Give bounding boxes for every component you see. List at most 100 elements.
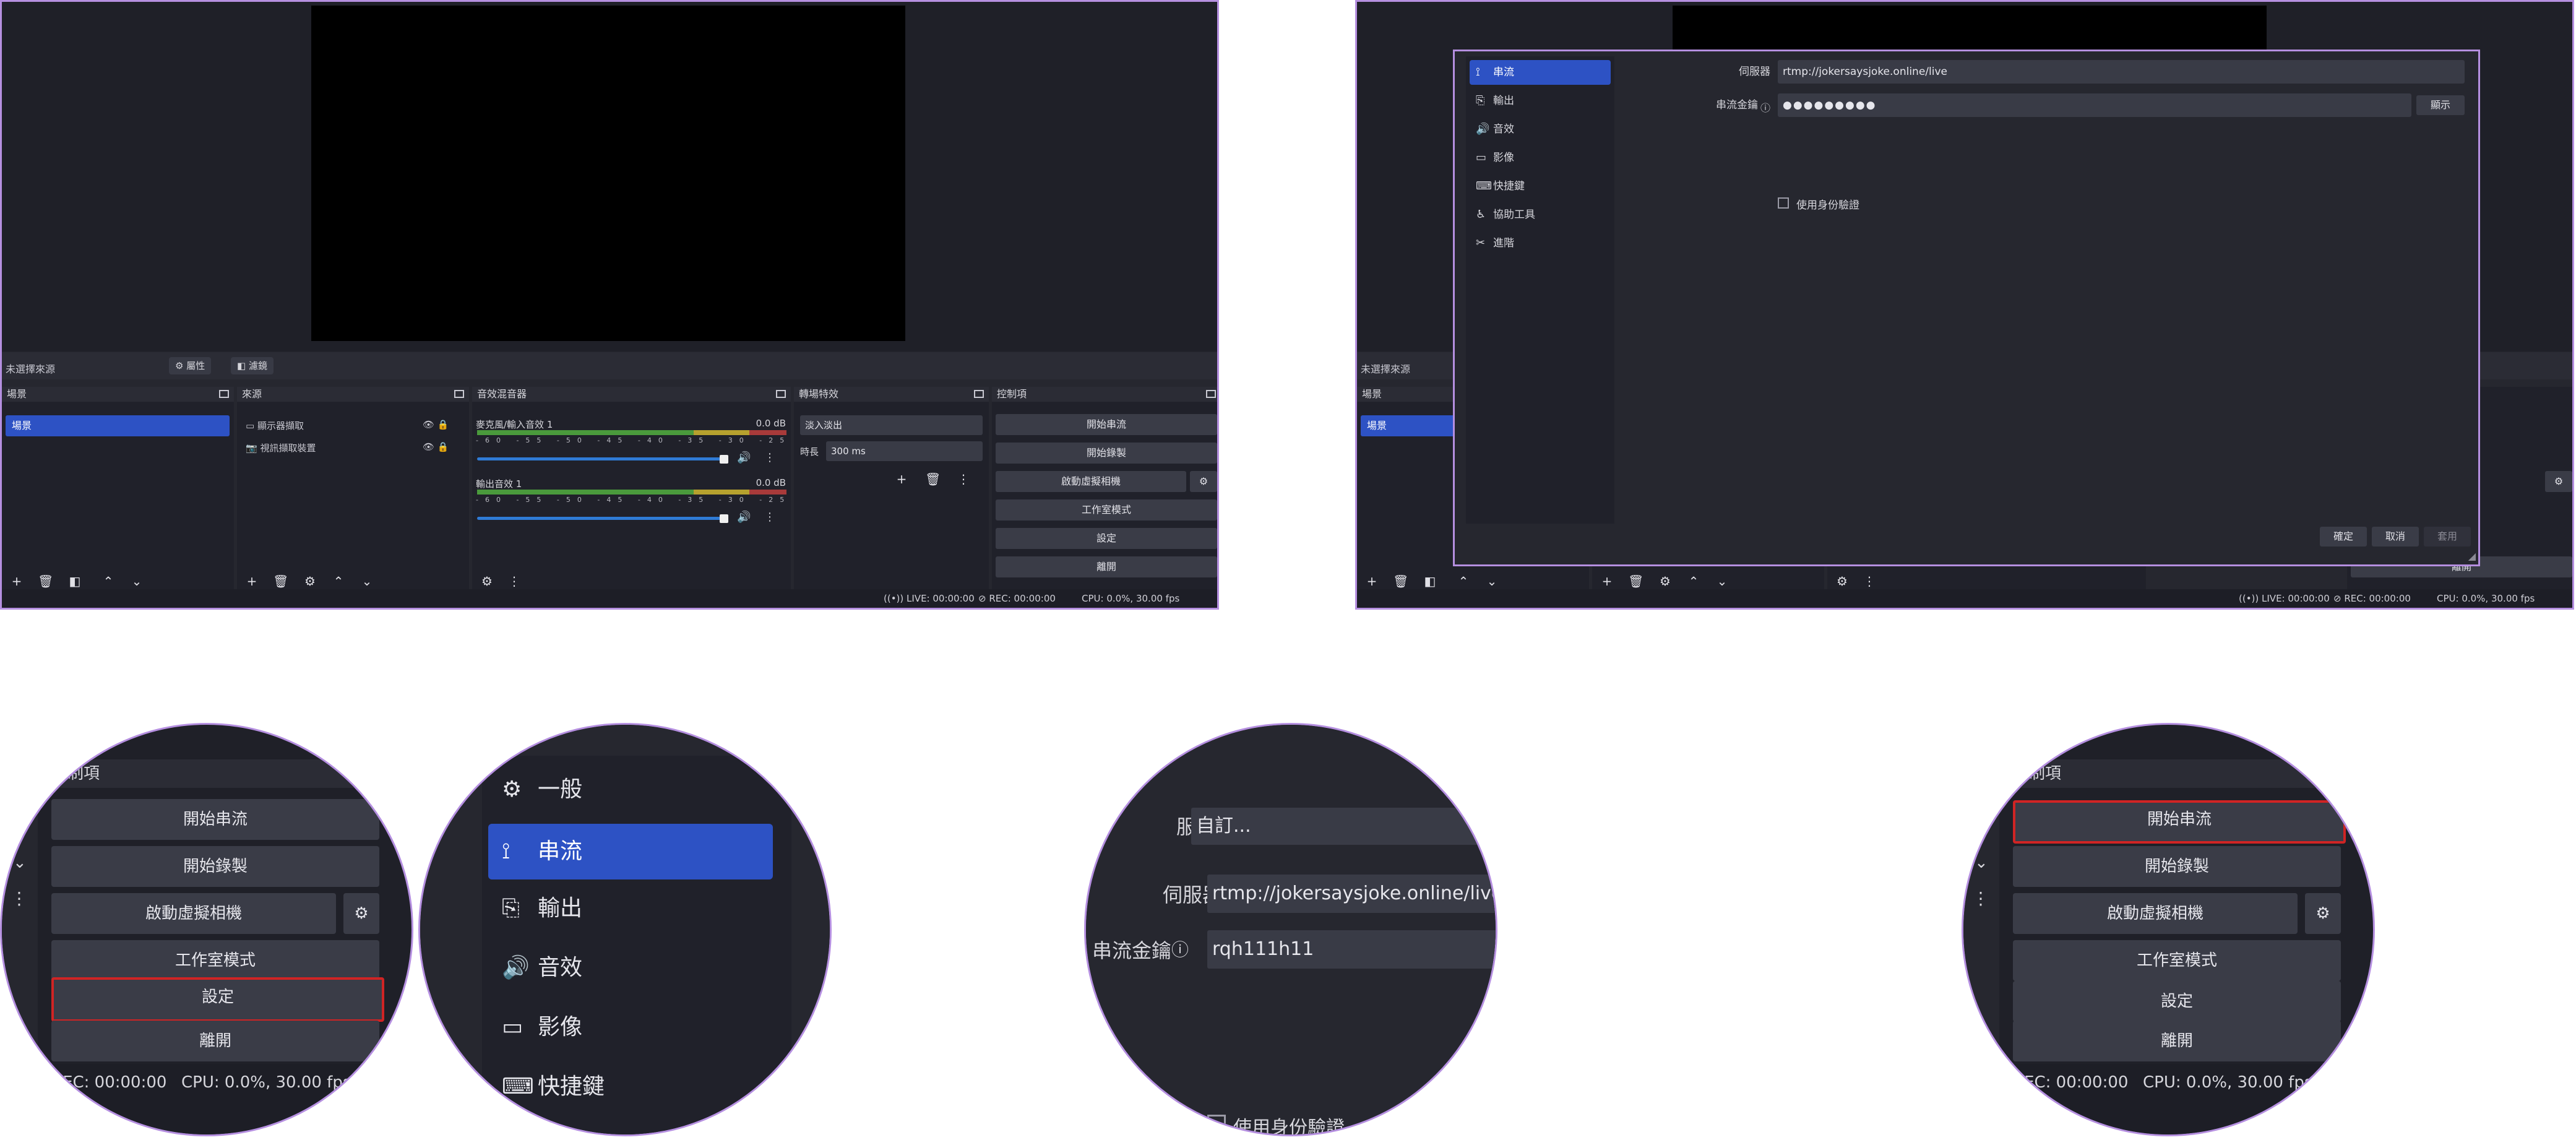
stream-key-field[interactable]: rqh111h11 <box>1207 930 1496 969</box>
add-icon[interactable]: + <box>244 574 259 588</box>
gear-icon[interactable]: ⚙ <box>343 893 379 934</box>
preview-canvas[interactable] <box>311 6 905 341</box>
speaker-icon[interactable]: 🔊 <box>737 511 751 524</box>
gear-icon[interactable]: ⚙ <box>2305 893 2341 934</box>
nav-item-output[interactable]: ⎘ 輸出 <box>488 881 773 936</box>
ok-button[interactable]: 確定 <box>2320 527 2367 547</box>
start-stream-button[interactable]: 開始串流 <box>996 414 1217 435</box>
virtual-camera-button[interactable]: 啟動虛擬相機 <box>996 471 1186 492</box>
chevron-up-icon[interactable]: ⌃ <box>1686 574 1701 588</box>
more-icon[interactable]: ⋮ <box>764 451 775 464</box>
settings-button[interactable]: 設定 <box>996 528 1217 549</box>
scene-item[interactable]: 場景 <box>6 415 230 436</box>
transition-select[interactable]: 淡入淡出 <box>800 415 983 435</box>
settings-button[interactable]: 設定 <box>2013 981 2341 1022</box>
nav-item-stream-selected[interactable]: ⟟ 串流 <box>488 824 773 879</box>
cancel-button[interactable]: 取消 <box>2372 527 2419 547</box>
start-stream-button-highlighted[interactable]: 開始串流 <box>2013 800 2346 844</box>
start-stream-button[interactable]: 開始串流 <box>51 799 379 840</box>
service-select[interactable]: 自訂... <box>1191 808 1496 845</box>
nav-item-hotkeys[interactable]: ⌨ 快捷鍵 <box>488 1059 773 1115</box>
volume-slider-knob[interactable] <box>720 514 728 523</box>
trash-icon[interactable]: 🗑 <box>1628 574 1643 588</box>
more-icon[interactable]: ⋮ <box>11 888 28 909</box>
chevron-down-icon[interactable]: ⌄ <box>1715 574 1730 588</box>
filter-icon[interactable]: ◧ <box>67 574 82 588</box>
chevron-up-icon[interactable]: ⌃ <box>331 574 346 588</box>
add-icon[interactable]: + <box>1600 574 1614 588</box>
filters-button[interactable]: ◧ 濾鏡 <box>231 357 274 374</box>
mixer-settings-icon[interactable]: ⚙ <box>1835 574 1850 588</box>
duration-input[interactable]: 300 ms <box>826 441 983 461</box>
add-icon[interactable]: + <box>894 472 909 486</box>
server-field[interactable]: rtmp://jokersaysjoke.online/live <box>1207 875 1496 913</box>
float-dock-icon[interactable] <box>974 390 984 398</box>
add-icon[interactable]: + <box>9 574 24 588</box>
nav-item-video[interactable]: ▭ 影像 <box>1470 145 1611 170</box>
virtual-camera-button[interactable]: 啟動虛擬相機 <box>51 893 336 934</box>
exit-button[interactable]: 離開 <box>2013 1021 2341 1061</box>
trash-icon[interactable]: 🗑 <box>925 472 941 486</box>
chevron-down-icon[interactable]: ⌄ <box>1484 574 1499 588</box>
filter-icon[interactable]: ◧ <box>1423 574 1437 588</box>
show-key-button[interactable]: 顯示 <box>2416 95 2465 115</box>
gear-icon[interactable]: ⚙ <box>2545 471 2572 492</box>
more-icon[interactable]: ⋮ <box>507 574 522 588</box>
volume-slider[interactable] <box>477 517 728 520</box>
help-icon[interactable]: ⓘ <box>1760 100 1770 114</box>
visibility-lock-icons[interactable]: 👁 🔒 <box>423 441 449 452</box>
chevron-down-icon[interactable]: ⌄ <box>129 574 144 588</box>
source-item-camera[interactable]: 📷 視訊擷取裝置 <box>246 441 316 454</box>
studio-mode-button[interactable]: 工作室模式 <box>996 499 1217 521</box>
settings-button-highlighted[interactable]: 設定 <box>51 977 384 1022</box>
float-dock-icon[interactable] <box>776 390 786 398</box>
chevron-up-icon[interactable]: ⌃ <box>1456 574 1471 588</box>
exit-button[interactable]: 離開 <box>51 1021 379 1061</box>
chevron-up-icon[interactable]: ⌃ <box>101 574 116 588</box>
studio-mode-button[interactable]: 工作室模式 <box>51 940 379 981</box>
trash-icon[interactable]: 🗑 <box>1393 574 1408 588</box>
float-dock-icon[interactable] <box>454 390 464 398</box>
chevron-down-icon[interactable]: ⌄ <box>360 574 374 588</box>
volume-slider[interactable] <box>477 457 728 460</box>
properties-button[interactable]: ⚙ 屬性 <box>169 357 212 374</box>
more-icon[interactable]: ⋮ <box>1862 574 1877 588</box>
nav-item-audio[interactable]: 🔊 音效 <box>1470 117 1611 142</box>
resize-grip-icon[interactable]: ◢ <box>2468 550 2476 562</box>
more-icon[interactable]: ⋮ <box>956 472 971 486</box>
virtual-camera-button[interactable]: 啟動虛擬相機 <box>2013 893 2298 934</box>
auth-checkbox[interactable] <box>1778 197 1789 209</box>
stream-key-field[interactable]: ●●●●●●●●● <box>1778 93 2411 117</box>
nav-item-output[interactable]: ⎘ 輸出 <box>1470 89 1611 113</box>
source-item-display[interactable]: ▭ 顯示器擷取 <box>246 419 304 432</box>
more-icon[interactable]: ⋮ <box>1972 888 1989 909</box>
volume-slider-knob[interactable] <box>720 455 728 464</box>
help-icon[interactable]: ⓘ <box>1171 936 1189 961</box>
nav-item-audio[interactable]: 🔊 音效 <box>488 940 773 996</box>
trash-icon[interactable]: 🗑 <box>273 574 288 588</box>
nav-item-hotkeys[interactable]: ⌨ 快捷鍵 <box>1470 174 1611 199</box>
float-dock-icon[interactable] <box>1206 390 1216 398</box>
apply-button[interactable]: 套用 <box>2424 527 2471 547</box>
auth-checkbox[interactable] <box>1207 1115 1226 1133</box>
speaker-icon[interactable]: 🔊 <box>737 451 751 464</box>
float-dock-icon[interactable] <box>219 390 229 398</box>
visibility-lock-icons[interactable]: 👁 🔒 <box>423 419 449 430</box>
gear-icon[interactable]: ⚙ <box>1190 471 1217 492</box>
gear-icon[interactable]: ⚙ <box>1658 574 1673 588</box>
nav-item-video[interactable]: ▭ 影像 <box>488 1000 773 1055</box>
start-record-button[interactable]: 開始錄製 <box>2013 846 2341 887</box>
nav-item-general[interactable]: ⚙ 一般 <box>488 762 773 818</box>
exit-button[interactable]: 離開 <box>996 556 1217 577</box>
add-icon[interactable]: + <box>1364 574 1379 588</box>
more-icon[interactable]: ⋮ <box>764 511 775 524</box>
start-record-button[interactable]: 開始錄製 <box>996 443 1217 464</box>
server-field[interactable]: rtmp://jokersaysjoke.online/live <box>1778 60 2465 84</box>
nav-item-accessibility[interactable]: ♿ 協助工具 <box>1470 202 1611 227</box>
start-record-button[interactable]: 開始錄製 <box>51 846 379 887</box>
nav-item-stream[interactable]: ⟟ 串流 <box>1470 60 1611 85</box>
gear-icon[interactable]: ⚙ <box>303 574 317 588</box>
nav-item-advanced[interactable]: ✂ 進階 <box>1470 231 1611 256</box>
mixer-settings-icon[interactable]: ⚙ <box>480 574 494 588</box>
trash-icon[interactable]: 🗑 <box>38 574 53 588</box>
